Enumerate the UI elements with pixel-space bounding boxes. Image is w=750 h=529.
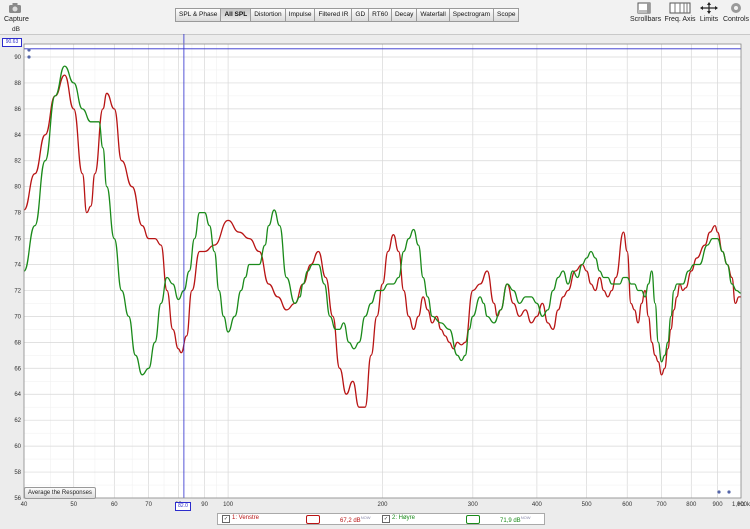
tab-waterfall[interactable]: Waterfall [416,8,449,22]
x-tick-label: 70 [145,502,152,508]
series1-label: 1: Venstre [232,515,260,521]
tab-rt60[interactable]: RT60 [368,8,391,22]
view-tabs: SPL & Phase All SPL Distortion Impulse Filte… [175,8,520,22]
y-axis-unit: dB [12,26,20,33]
average-responses-button[interactable]: Average the Responses [24,487,96,499]
y-tick-label: 80 [14,185,21,191]
scrollbars-button[interactable]: Scrollbars [630,2,662,23]
y-tick-label: 76 [14,237,21,243]
y-tick-label: 74 [14,263,21,269]
series2-checkbox[interactable]: ✓ [382,515,390,523]
capture-label: Capture [4,16,29,23]
x-axis-unit: Hz [738,502,745,508]
x-tick-label: 60 [111,502,118,508]
x-tick-label: 50 [70,502,77,508]
x-tick-label: 300 [468,502,479,508]
tab-distortion[interactable]: Distortion [250,8,285,22]
tab-decay[interactable]: Decay [390,8,417,22]
y-tick-label: 86 [14,107,21,113]
limits-button[interactable]: Limits [698,2,720,23]
x-tick-label: 40 [21,502,28,508]
limits-icon [700,2,718,14]
y-tick-label: 64 [14,392,21,398]
y-tick-label: 70 [14,314,21,320]
y-tick-label: 62 [14,418,21,424]
x-tick-label: 100 [223,502,234,508]
cursor-level-label: 90.63 [2,38,22,47]
limits-label: Limits [699,16,719,23]
y-tick-label: 68 [14,340,21,346]
controls-label: Controls [722,16,750,23]
zoom-out-x-icon[interactable] [727,490,731,494]
zoom-in-icon[interactable] [27,48,31,52]
y-tick-label: 82 [14,159,21,165]
x-tick-label: 700 [657,502,668,508]
x-tick-label: 200 [377,502,388,508]
tab-scope[interactable]: Scope [493,8,520,22]
x-tick-label: 600 [622,502,633,508]
spl-chart[interactable]: 565860626466687072747678808284868890 40 5… [0,34,750,516]
series2-swatch[interactable] [466,515,480,524]
series1-level: 67,2 dBNOW [340,515,371,524]
x-tick-label: 90 [201,502,208,508]
y-tick-label: 90 [14,55,21,61]
series1-swatch[interactable] [306,515,320,524]
tab-spl-phase[interactable]: SPL & Phase [175,8,221,22]
scrollbars-label: Scrollbars [630,16,662,23]
y-tick-label: 78 [14,211,21,217]
y-tick-label: 58 [14,470,21,476]
tab-gd[interactable]: GD [351,8,369,22]
gear-icon [731,3,741,13]
freq-axis-button[interactable]: Freq. Axis [664,2,696,23]
y-tick-label: 84 [14,133,21,139]
scrollbars-icon [637,2,651,14]
frequency-axis-icon [669,2,691,14]
y-tick-label: 88 [14,81,21,87]
tab-filtered-ir[interactable]: Filtered IR [314,8,352,22]
tab-spectrogram[interactable]: Spectrogram [448,8,494,22]
capture-button[interactable]: Capture [4,2,29,23]
tab-all-spl[interactable]: All SPL [220,8,251,22]
x-tick-label: 400 [532,502,543,508]
freq-axis-label: Freq. Axis [664,16,696,23]
y-tick-label: 72 [14,288,21,294]
x-tick-label: 800 [686,502,697,508]
zoom-in-x-icon[interactable] [717,490,721,494]
zoom-out-icon[interactable] [27,55,31,59]
series2-label: 2: Høyre [392,515,416,521]
toolbar: Capture SPL & Phase All SPL Distortion Impu… [0,0,750,35]
y-tick-label: 60 [14,444,21,450]
cursor-frequency-label[interactable]: 82.0 [175,502,191,511]
x-tick-label: 500 [582,502,593,508]
series2-level: 71,9 dBNOW [500,515,531,524]
y-tick-label: 66 [14,366,21,372]
x-tick-label: 900 [713,502,724,508]
legend-bar: ✓ 1: Venstre 67,2 dBNOW ✓ 2: Høyre 71,9 … [217,513,545,525]
series1-checkbox[interactable]: ✓ [222,515,230,523]
tab-impulse[interactable]: Impulse [284,8,315,22]
camera-icon [9,3,21,13]
controls-button[interactable]: Controls [722,2,750,23]
